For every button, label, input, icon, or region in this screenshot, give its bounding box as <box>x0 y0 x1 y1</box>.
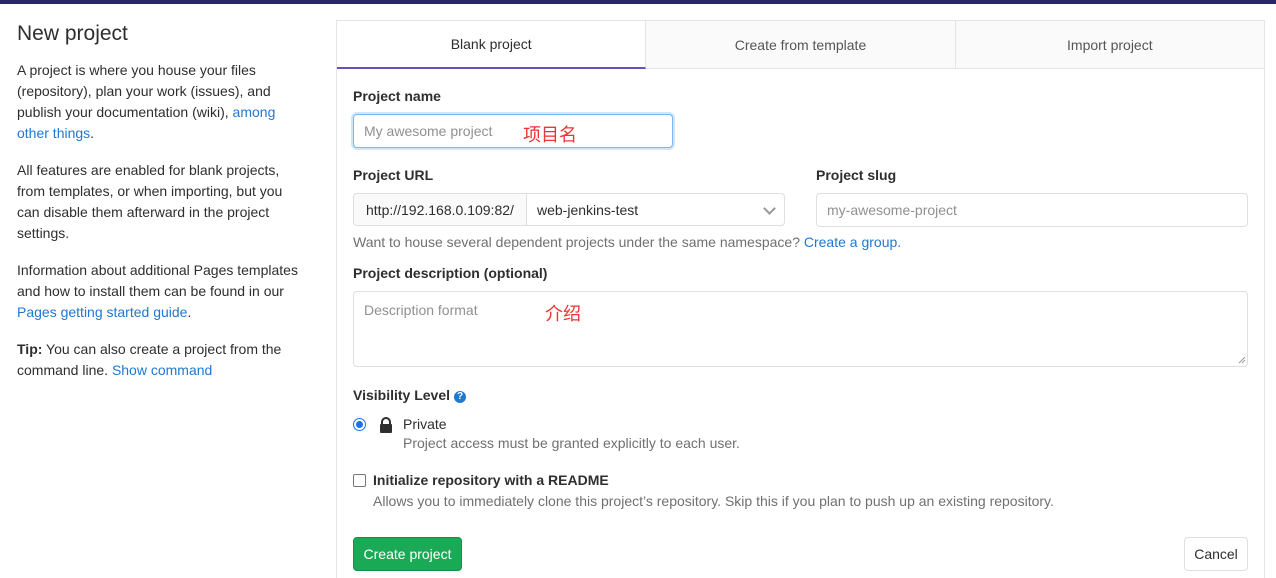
description-placeholder: Description format <box>364 302 478 318</box>
cancel-button[interactable]: Cancel <box>1184 537 1248 571</box>
project-name-placeholder: My awesome project <box>364 123 493 139</box>
project-url-label: Project URL <box>353 167 434 183</box>
namespace-help-text: Want to house several dependent projects… <box>353 234 901 250</box>
pages-guide-link[interactable]: Pages getting started guide <box>17 304 187 320</box>
resize-handle-icon[interactable] <box>1238 356 1246 364</box>
namespace-value: web-jenkins-test <box>537 201 639 218</box>
features-paragraph: All features are enabled for blank proje… <box>17 162 283 241</box>
namespace-select[interactable]: web-jenkins-test <box>526 193 785 226</box>
page-title: New project <box>17 22 128 45</box>
tip-label: Tip: <box>17 341 43 357</box>
pages-text-end: . <box>187 304 192 320</box>
pages-text: Information about additional Pages templ… <box>17 262 298 299</box>
tip-paragraph: Tip: You can also create a project from … <box>17 339 307 381</box>
intro-text-end: . <box>90 125 95 141</box>
readme-desc: Allows you to immediately clone this pro… <box>373 493 1054 509</box>
pages-paragraph: Information about additional Pages templ… <box>17 260 307 323</box>
lock-icon <box>380 417 392 433</box>
show-command-link[interactable]: Show command <box>112 362 212 378</box>
create-group-link[interactable]: Create a group. <box>804 234 901 250</box>
private-option-desc: Project access must be granted explicitl… <box>403 435 740 451</box>
namespace-help: Want to house several dependent projects… <box>353 234 804 250</box>
chevron-down-icon <box>763 202 776 215</box>
visibility-label-text: Visibility Level <box>353 387 451 403</box>
project-slug-label: Project slug <box>816 167 897 183</box>
private-option-label: Private <box>403 416 447 432</box>
url-prefix: http://192.168.0.109:82/ <box>353 193 527 226</box>
project-slug-placeholder: my-awesome-project <box>827 202 957 218</box>
project-name-annotation: 项目名 <box>523 125 577 146</box>
top-nav-bar <box>0 0 1276 4</box>
create-project-button[interactable]: Create project <box>353 537 462 571</box>
private-radio[interactable] <box>353 418 366 431</box>
readme-checkbox[interactable] <box>353 474 366 487</box>
description-textarea[interactable]: Description format <box>353 291 1248 367</box>
tab-create-from-template[interactable]: Create from template <box>646 21 956 68</box>
visibility-level-label: Visibility Level? <box>353 387 467 403</box>
tab-import-project[interactable]: Import project <box>955 21 1264 68</box>
description-label: Project description (optional) <box>353 265 548 281</box>
project-slug-input[interactable]: my-awesome-project <box>816 193 1248 227</box>
tab-blank-project[interactable]: Blank project <box>337 21 647 69</box>
project-tabs: Blank project Create from template Impor… <box>337 21 1264 69</box>
sidebar-info: New project A project is where you house… <box>17 20 307 397</box>
intro-paragraph: A project is where you house your files … <box>17 60 307 144</box>
readme-label[interactable]: Initialize repository with a README <box>373 472 609 488</box>
question-circle-icon[interactable]: ? <box>454 391 467 403</box>
project-name-label: Project name <box>353 88 441 104</box>
project-name-input[interactable]: My awesome project <box>353 114 673 148</box>
description-annotation: 介绍 <box>545 304 581 325</box>
